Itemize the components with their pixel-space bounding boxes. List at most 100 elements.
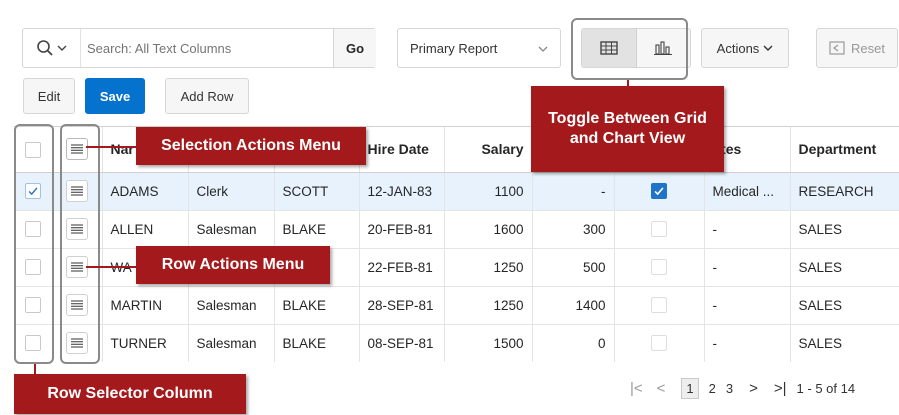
actions-menu-button[interactable]: Actions — [701, 28, 789, 68]
cell-salary[interactable]: 1100 — [444, 172, 533, 211]
active-checkbox[interactable] — [651, 221, 667, 238]
row-selector-callout: Row Selector Column — [14, 374, 246, 414]
cell-hire-date[interactable]: 28-SEP-81 — [359, 286, 445, 325]
column-header-department[interactable]: Department — [790, 127, 899, 173]
add-row-button[interactable]: Add Row — [165, 78, 249, 114]
search-column-menu[interactable] — [23, 29, 81, 67]
cell-mgr[interactable]: SCOTT — [274, 172, 360, 211]
active-checkbox[interactable] — [651, 335, 667, 352]
cell-department[interactable]: SALES — [790, 324, 899, 362]
cell-comm[interactable]: 500 — [532, 248, 615, 287]
search-input[interactable] — [85, 33, 325, 63]
cell-notes[interactable]: - — [704, 210, 791, 249]
go-label: Go — [345, 40, 365, 56]
cell-job[interactable]: Salesman — [188, 286, 275, 325]
cell-department[interactable]: SALES — [790, 286, 899, 325]
cell-comm[interactable]: 0 — [532, 324, 615, 362]
save-button[interactable]: Save — [85, 78, 145, 114]
row-selector-column-outline — [14, 124, 54, 364]
row-actions-column-outline — [60, 124, 100, 364]
cell-notes[interactable]: - — [704, 286, 791, 325]
report-select-label: Primary Report — [410, 40, 498, 56]
toggle-view-callout: Toggle Between Grid and Chart View — [531, 86, 724, 172]
chevron-down-icon — [763, 45, 773, 51]
pagination: |< < 1 2 3 > >| 1 - 5 of 14 — [630, 374, 898, 402]
cell-notes[interactable]: - — [704, 248, 791, 287]
edit-button[interactable]: Edit — [23, 78, 75, 114]
cell-name[interactable]: MARTIN — [102, 286, 189, 325]
active-checkbox[interactable] — [651, 297, 667, 314]
cell-hire-date[interactable]: 12-JAN-83 — [359, 172, 445, 211]
cell-salary[interactable]: 1500 — [444, 324, 533, 362]
first-page-icon[interactable]: |< — [630, 380, 643, 397]
cell-active — [614, 324, 705, 362]
actions-label: Actions — [716, 40, 760, 56]
cell-job[interactable]: Salesman — [188, 324, 275, 362]
cell-department[interactable]: SALES — [790, 248, 899, 287]
cell-hire-date[interactable]: 08-SEP-81 — [359, 324, 445, 362]
cell-salary[interactable]: 1250 — [444, 248, 533, 287]
cell-notes[interactable]: Medical ... — [704, 172, 791, 211]
cell-job[interactable]: Salesman — [188, 210, 275, 249]
table-row[interactable]: ADAMS Clerk SCOTT 12-JAN-83 1100- Medical ...… — [14, 172, 899, 211]
cell-hire-date[interactable]: 20-FEB-81 — [359, 210, 445, 249]
active-checkbox[interactable] — [651, 259, 667, 276]
row-actions-callout: Row Actions Menu — [136, 246, 330, 284]
cell-active — [614, 172, 705, 211]
cell-name[interactable]: ALLEN — [102, 210, 189, 249]
cell-salary[interactable]: 1600 — [444, 210, 533, 249]
page-1[interactable]: 1 — [681, 377, 699, 399]
cell-mgr[interactable]: BLAKE — [274, 210, 360, 249]
reset-button[interactable]: Reset — [816, 28, 898, 68]
cell-job[interactable]: Clerk — [188, 172, 275, 211]
save-label: Save — [99, 88, 131, 104]
row-actions-callout-text: Row Actions Menu — [161, 256, 305, 273]
view-toggle-outline — [571, 18, 688, 80]
row-actions-callout-line — [86, 266, 136, 268]
cell-name[interactable]: TURNER — [102, 324, 189, 362]
active-checkbox[interactable] — [651, 183, 667, 200]
cell-department[interactable]: SALES — [790, 210, 899, 249]
table-row[interactable]: ALLEN Salesman BLAKE 20-FEB-81 1600 300 - SALES — [14, 210, 899, 249]
cell-active — [614, 210, 705, 249]
page-range: 1 - 5 of 14 — [796, 380, 856, 396]
toolbar: Go Primary Report Actions Reset — [18, 28, 898, 70]
table-row[interactable]: MARTIN Salesman BLAKE 28-SEP-81 1250 1400 - SAL… — [14, 286, 899, 325]
last-page-icon[interactable]: >| — [774, 380, 787, 397]
table-row[interactable]: TURNER Salesman BLAKE 08-SEP-81 1500 0 - SALES — [14, 324, 899, 362]
chevron-down-icon — [57, 45, 67, 51]
column-header-hire-date[interactable]: Hire Date — [359, 127, 445, 173]
selection-actions-callout: Selection Actions Menu — [136, 127, 366, 165]
go-button[interactable]: Go — [333, 29, 376, 67]
cell-comm[interactable]: 300 — [532, 210, 615, 249]
report-select[interactable]: Primary Report — [397, 28, 561, 68]
selection-actions-callout-text: Selection Actions Menu — [161, 137, 341, 154]
column-header-salary[interactable]: Salary — [444, 127, 533, 173]
search-bar: Go — [22, 28, 376, 68]
cell-mgr[interactable]: BLAKE — [274, 286, 360, 325]
toggle-view-callout-text: Toggle Between Grid and Chart View — [548, 110, 707, 147]
cell-department[interactable]: RESEARCH — [790, 172, 899, 211]
prev-page-icon[interactable]: < — [657, 380, 666, 397]
chevron-down-icon — [538, 46, 548, 52]
reset-icon — [829, 41, 845, 55]
reset-label: Reset — [851, 40, 885, 56]
check-icon — [654, 187, 664, 196]
cell-mgr[interactable]: BLAKE — [274, 324, 360, 362]
cell-hire-date[interactable]: 22-FEB-81 — [359, 248, 445, 287]
page-2[interactable]: 2 — [709, 381, 716, 396]
cell-comm[interactable]: - — [532, 172, 615, 211]
cell-active — [614, 248, 705, 287]
search-icon — [37, 40, 53, 56]
cell-notes[interactable]: - — [704, 324, 791, 362]
add-row-label: Add Row — [180, 88, 234, 104]
selection-callout-line — [86, 146, 136, 148]
row-selector-callout-text: Row Selector Column — [47, 385, 213, 402]
cell-comm[interactable]: 1400 — [532, 286, 615, 325]
next-page-icon[interactable]: > — [749, 380, 758, 397]
cell-active — [614, 286, 705, 325]
page-3[interactable]: 3 — [726, 381, 733, 396]
cell-name[interactable]: ADAMS — [102, 172, 189, 211]
cell-salary[interactable]: 1250 — [444, 286, 533, 325]
row-selector-callout-line — [34, 364, 36, 374]
